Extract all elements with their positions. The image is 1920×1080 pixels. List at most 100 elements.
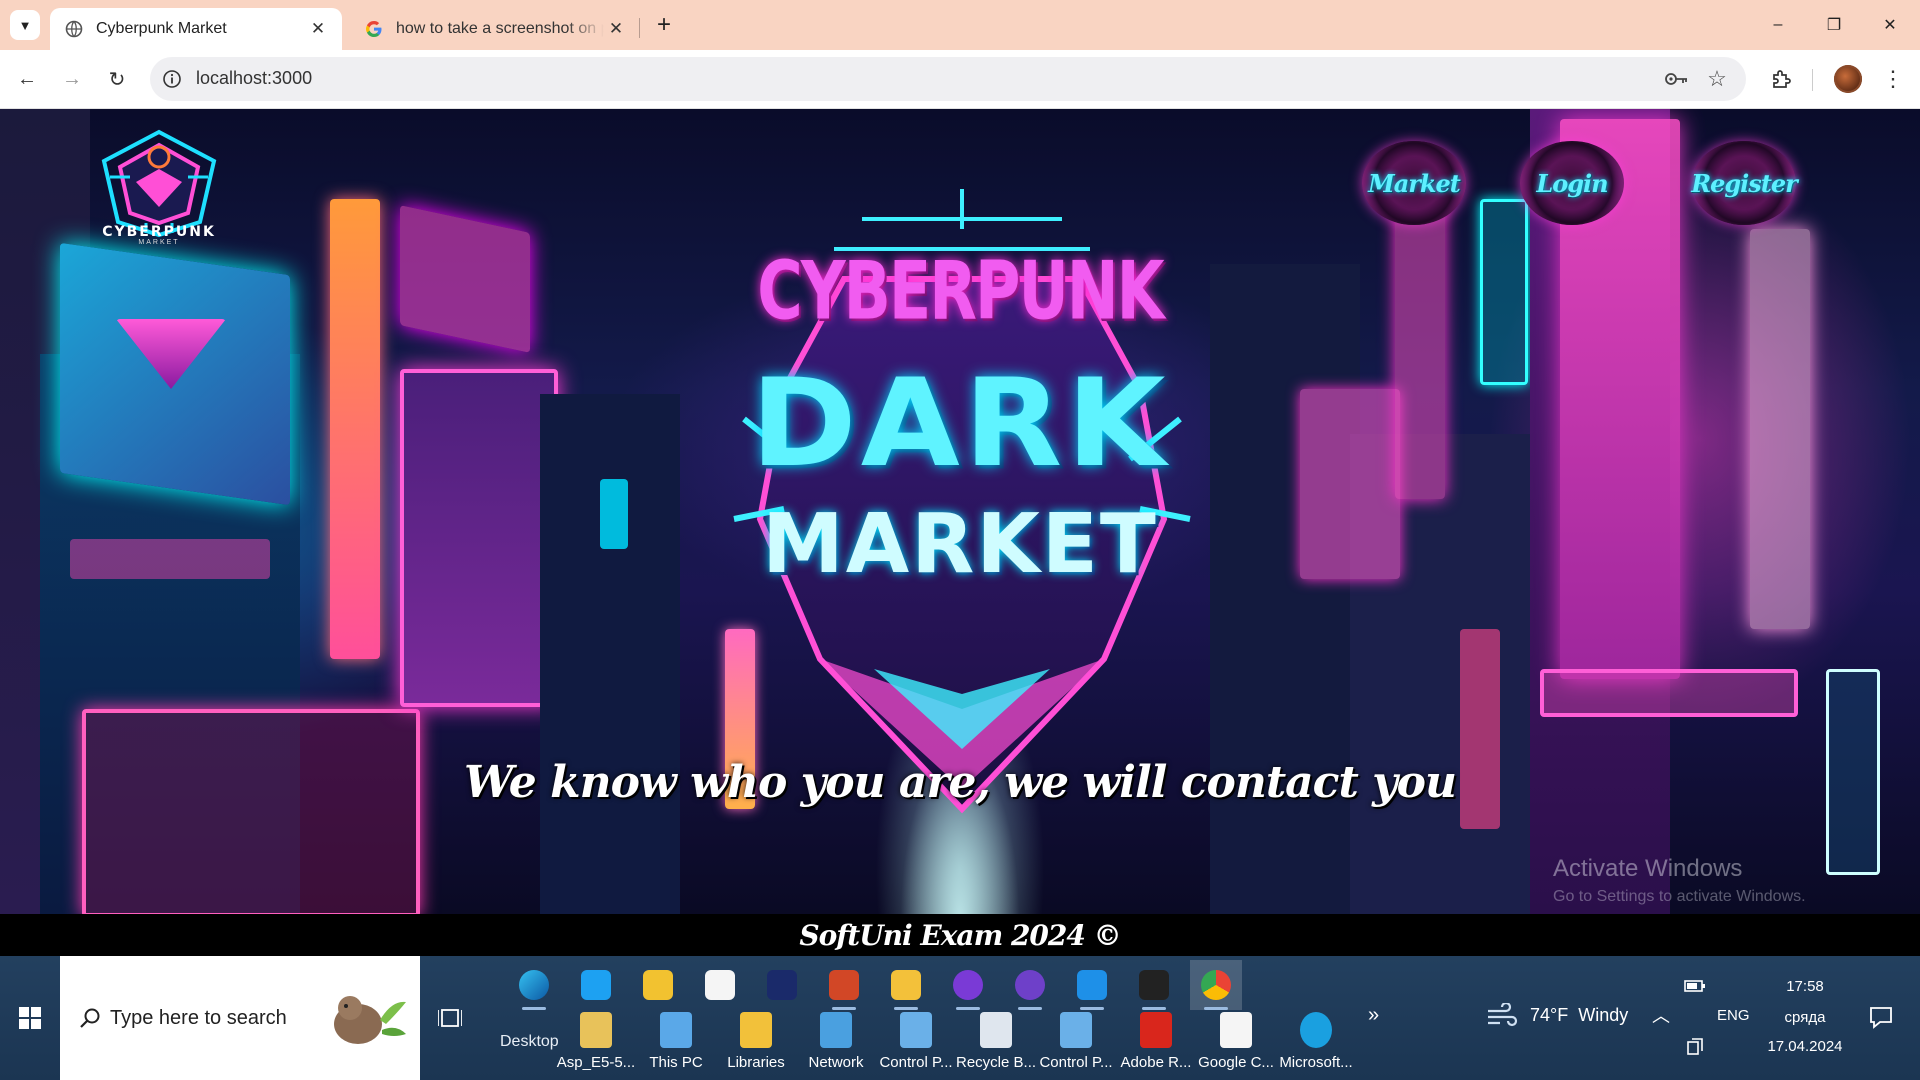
desktop-shortcut[interactable]: Google C...: [1196, 1012, 1274, 1080]
nav-login-link[interactable]: Login: [1520, 141, 1624, 225]
powerpoint-icon: [829, 970, 859, 1000]
edge-icon: [1300, 1012, 1332, 1048]
pinned-app-button[interactable]: [1066, 960, 1118, 1010]
arrow-right-icon: →: [62, 67, 82, 90]
desktop-shortcut[interactable]: Control P...: [876, 1012, 954, 1080]
network-app-icon: [767, 970, 797, 1000]
network-status-icon[interactable]: [1686, 1038, 1704, 1056]
address-bar[interactable]: localhost:3000 ☆: [150, 57, 1746, 101]
forward-button[interactable]: →: [57, 64, 87, 94]
weather-widget[interactable]: 74°F Windy: [1486, 1003, 1628, 1027]
desktop-shortcut[interactable]: Control P...: [1036, 1012, 1114, 1080]
tab-cyberpunk-market[interactable]: Cyberpunk Market ✕: [50, 8, 342, 50]
clock-date: 17.04.2024: [1767, 1038, 1843, 1055]
close-icon[interactable]: ✕: [604, 17, 628, 41]
pinned-app-button[interactable]: [880, 960, 932, 1010]
menu-button[interactable]: ⋮: [1878, 64, 1908, 94]
pinned-app-button[interactable]: [632, 960, 684, 1010]
tab-screenshot-search[interactable]: how to take a screenshot on pc ✕: [350, 8, 640, 50]
desktop-shortcut[interactable]: Network: [796, 1012, 874, 1080]
desktop-shortcut-label: Microsoft...: [1279, 1054, 1353, 1071]
pinned-app-button[interactable]: [942, 960, 994, 1010]
page-footer: SoftUni Exam 2024 ©: [0, 914, 1920, 956]
puzzle-icon: [1773, 70, 1791, 88]
reload-icon: ↻: [108, 68, 126, 91]
desktop-shortcut[interactable]: This PC: [636, 1012, 714, 1080]
pinned-app-button[interactable]: [508, 960, 560, 1010]
activation-watermark-subtitle: Go to Settings to activate Windows.: [1553, 888, 1806, 905]
windows-logo-icon: [19, 1007, 41, 1029]
desktop-shortcut-label: Libraries: [727, 1054, 785, 1071]
recycle-bin-icon: [980, 1012, 1012, 1048]
desktop-shortcut-label: Google C...: [1198, 1054, 1274, 1071]
emblem-line-market: MARKET: [762, 497, 1158, 592]
weather-condition: Windy: [1578, 1004, 1629, 1025]
terminal-icon: [1139, 970, 1169, 1000]
store-icon: [705, 970, 735, 1000]
url-text: localhost:3000: [196, 68, 313, 88]
more-shortcuts-button[interactable]: »: [1368, 1004, 1379, 1027]
extensions-button[interactable]: [1766, 64, 1796, 94]
pinned-app-button[interactable]: [818, 960, 870, 1010]
emblem-line-cyberpunk: CYBERPUNK: [757, 243, 1164, 338]
browser-toolbar: ← → ↻ localhost:3000 ☆ ⋮: [0, 50, 1920, 109]
desktop-shortcut-label: Control P...: [879, 1054, 953, 1071]
desktop-shortcut-label: Control P...: [1039, 1054, 1113, 1071]
pinned-app-button[interactable]: [1190, 960, 1242, 1010]
desktop-shortcut[interactable]: Asp_E5-5...: [556, 1012, 635, 1080]
site-info-icon[interactable]: [160, 67, 184, 91]
network-icon: [820, 1012, 852, 1048]
restore-button[interactable]: ❐: [1806, 0, 1862, 50]
restore-icon: ❐: [1826, 17, 1842, 34]
task-view-button[interactable]: [436, 1004, 464, 1032]
nav-market-link[interactable]: Market: [1362, 141, 1466, 225]
tab-strip: ▼ Cyberpunk Market ✕ how to take a scree…: [0, 0, 1920, 50]
reload-button[interactable]: ↻: [102, 64, 132, 94]
page-viewport: CYBERPUNK MARKET Market Login Register C…: [0, 109, 1920, 914]
notification-icon[interactable]: [1868, 1004, 1894, 1030]
this-pc-icon: [660, 1012, 692, 1048]
desktop-shortcut[interactable]: Adobe R...: [1116, 1012, 1194, 1080]
close-icon[interactable]: ✕: [306, 17, 330, 41]
back-button[interactable]: ←: [12, 64, 42, 94]
logo-subtitle: MARKET: [138, 239, 180, 246]
chrome-icon: [1201, 970, 1231, 1000]
desktop-shortcut[interactable]: Recycle B...: [956, 1012, 1036, 1080]
taskbar-search-input[interactable]: Type here to search: [60, 956, 420, 1080]
clock-day: сряда: [1784, 1009, 1826, 1026]
battery-icon[interactable]: [1684, 978, 1706, 994]
pinned-app-button[interactable]: [1128, 960, 1180, 1010]
pinned-app-button[interactable]: [1004, 960, 1056, 1010]
search-icon: [80, 1008, 100, 1028]
nav-market-label: Market: [1368, 168, 1461, 198]
vscode-icon: [1077, 970, 1107, 1000]
libraries-icon: [740, 1012, 772, 1048]
nav-register-label: Register: [1691, 168, 1798, 198]
taskbar-clock[interactable]: 17:58 сряда 17.04.2024: [1740, 956, 1870, 1080]
control-panel-icon: [1060, 1012, 1092, 1048]
new-tab-button[interactable]: +: [650, 11, 678, 39]
close-window-button[interactable]: ✕: [1862, 0, 1918, 50]
desktop-toolbar-label: Desktop: [500, 1033, 559, 1050]
profile-avatar[interactable]: [1834, 65, 1862, 93]
password-key-icon[interactable]: [1664, 67, 1690, 91]
pinned-app-button[interactable]: [694, 960, 746, 1010]
minimize-button[interactable]: –: [1750, 0, 1806, 50]
nav-register-link[interactable]: Register: [1691, 141, 1798, 225]
github-icon: [1015, 970, 1045, 1000]
chevron-up-icon[interactable]: ︿: [1652, 1002, 1670, 1028]
activation-watermark-title: Activate Windows: [1553, 855, 1743, 882]
desktop-shortcut[interactable]: Microsoft...: [1276, 1012, 1354, 1080]
start-button[interactable]: [0, 956, 60, 1080]
tab-search-button[interactable]: ▼: [10, 10, 40, 40]
slogan-text: We know who you are, we will contact you: [463, 757, 1457, 808]
desktop-shortcut-label: Network: [808, 1054, 864, 1071]
nav-login-label: Login: [1536, 168, 1608, 198]
bookmark-star-icon[interactable]: ☆: [1704, 66, 1730, 92]
pinned-app-button[interactable]: [756, 960, 808, 1010]
wind-icon: [1488, 1003, 1518, 1027]
desktop-shortcut-label: Adobe R...: [1120, 1054, 1192, 1071]
desktop-shortcut[interactable]: Libraries: [716, 1012, 794, 1080]
minimize-icon: –: [1773, 16, 1783, 33]
pinned-app-button[interactable]: [570, 960, 622, 1010]
